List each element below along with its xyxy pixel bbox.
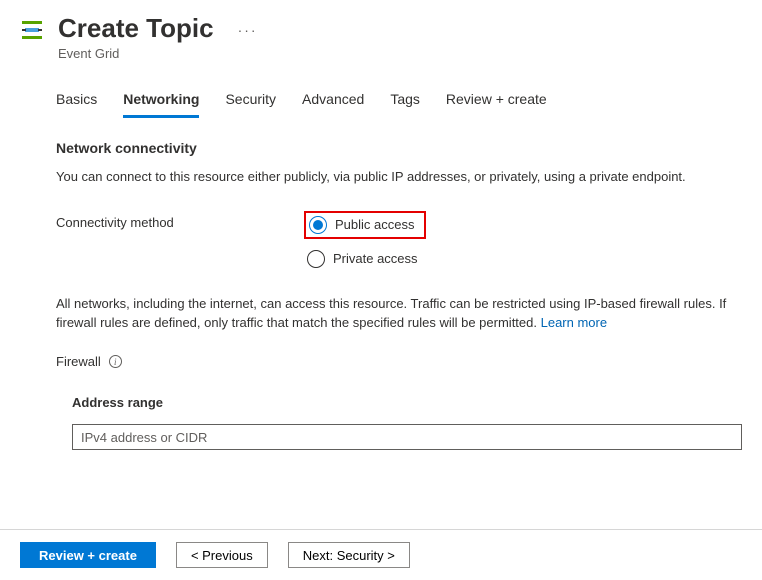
previous-button[interactable]: < Previous <box>176 542 268 568</box>
info-icon[interactable]: i <box>109 355 122 368</box>
section-description: You can connect to this resource either … <box>56 168 742 187</box>
radio-private-access[interactable]: Private access <box>304 247 426 271</box>
tab-networking[interactable]: Networking <box>123 91 199 118</box>
page-header: Create Topic Event Grid ··· <box>0 0 762 69</box>
radio-public-access[interactable]: Public access <box>304 211 426 239</box>
access-info-text: All networks, including the internet, ca… <box>56 295 742 333</box>
tab-tags[interactable]: Tags <box>390 91 420 118</box>
radio-icon <box>307 250 325 268</box>
address-range-label: Address range <box>72 395 742 410</box>
learn-more-link[interactable]: Learn more <box>541 315 607 330</box>
event-grid-icon <box>20 18 44 42</box>
more-menu[interactable]: ··· <box>238 22 258 52</box>
connectivity-radio-group: Public access Private access <box>304 211 426 271</box>
address-range-section: Address range <box>56 395 742 450</box>
review-create-button[interactable]: Review + create <box>20 542 156 568</box>
tab-advanced[interactable]: Advanced <box>302 91 364 118</box>
connectivity-label: Connectivity method <box>56 211 304 230</box>
radio-label-public: Public access <box>335 217 414 232</box>
section-title: Network connectivity <box>56 140 742 156</box>
footer-actions: Review + create < Previous Next: Securit… <box>0 529 762 580</box>
page-title: Create Topic <box>58 14 214 44</box>
info-text-body: All networks, including the internet, ca… <box>56 296 726 330</box>
tab-review-create[interactable]: Review + create <box>446 91 547 118</box>
next-button[interactable]: Next: Security > <box>288 542 410 568</box>
firewall-label: Firewall <box>56 354 101 369</box>
tabs: Basics Networking Security Advanced Tags… <box>56 91 742 118</box>
radio-icon <box>309 216 327 234</box>
radio-label-private: Private access <box>333 251 418 266</box>
page-subtitle: Event Grid <box>58 46 214 61</box>
tab-security[interactable]: Security <box>225 91 276 118</box>
connectivity-row: Connectivity method Public access Privat… <box>56 211 742 271</box>
firewall-heading: Firewall i <box>56 354 742 369</box>
address-range-input[interactable] <box>72 424 742 450</box>
tab-basics[interactable]: Basics <box>56 91 97 118</box>
